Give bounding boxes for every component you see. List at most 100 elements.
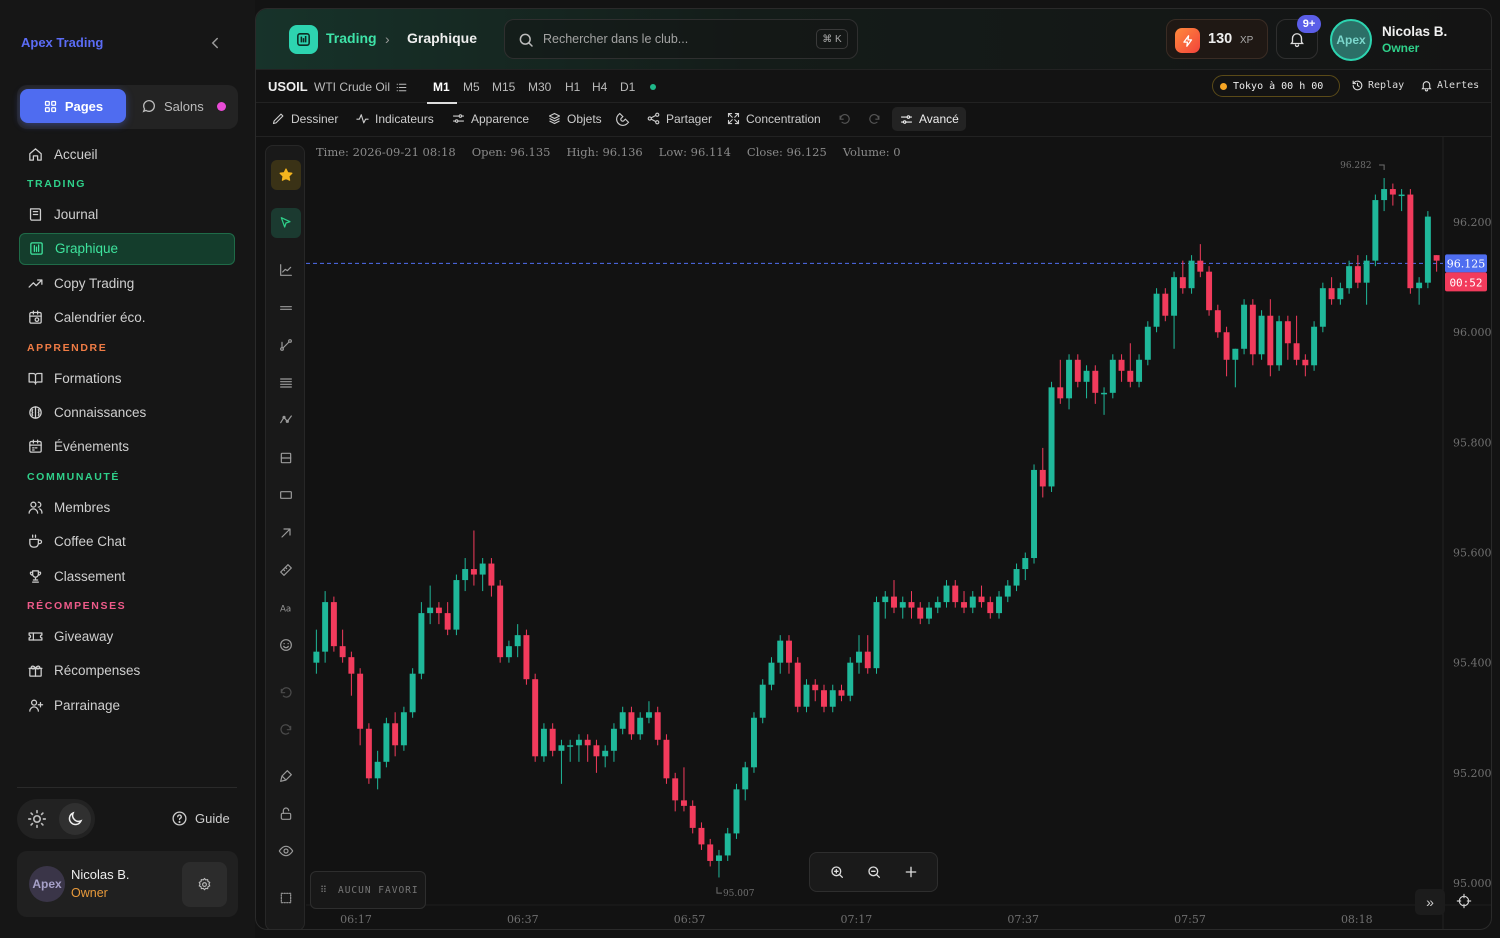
search-icon	[517, 31, 535, 49]
candle-body	[1337, 288, 1344, 300]
salons-tab[interactable]: Salons	[139, 89, 235, 123]
sidebar-item-open-book[interactable]: Formations	[19, 362, 235, 394]
arrow-tool[interactable]	[271, 518, 301, 548]
sidebar-item-coffee[interactable]: Coffee Chat	[19, 526, 235, 558]
timeframe-m1[interactable]: M1	[433, 80, 450, 94]
appearance-button[interactable]: Apparence	[451, 111, 529, 126]
lock-tool[interactable]	[271, 799, 301, 829]
dark-mode-button[interactable]	[59, 803, 91, 835]
guide-button[interactable]: Guide	[171, 810, 230, 827]
select-area-tool[interactable]	[271, 883, 301, 913]
candle-body	[357, 673, 364, 729]
sidebar-item-trophy[interactable]: Classement	[19, 560, 235, 592]
candle-body	[462, 569, 469, 581]
sidebar-item-calendar[interactable]: Calendrier éco.	[19, 302, 235, 334]
sidebar-item-gift[interactable]: Récompenses	[19, 655, 235, 687]
candle-body	[444, 613, 451, 630]
redo-button[interactable]	[867, 111, 882, 126]
moon-icon	[68, 811, 83, 826]
candle-body	[1013, 569, 1020, 586]
sidebar-item-calendar-event[interactable]: Événements	[19, 431, 235, 463]
candle-body	[777, 640, 784, 663]
favorites-star-tool[interactable]	[271, 160, 301, 190]
share-button[interactable]: Partager	[646, 111, 712, 126]
timeframe-m15[interactable]: M15	[492, 80, 515, 94]
timeframe-h4[interactable]: H4	[592, 80, 607, 94]
sidebar-item-book[interactable]: Journal	[19, 198, 235, 230]
reset-zoom-button[interactable]	[897, 858, 925, 886]
trendline-tool[interactable]	[271, 255, 301, 285]
brush-tool[interactable]	[271, 761, 301, 791]
timeframe-d1[interactable]: D1	[620, 80, 635, 94]
candle-body	[567, 745, 574, 747]
sidebar-item-users[interactable]: Membres	[19, 491, 235, 523]
pages-tab[interactable]: Pages	[20, 89, 126, 123]
candle-body	[1188, 260, 1195, 289]
candle-body	[803, 684, 810, 707]
candle-body	[1302, 359, 1309, 366]
scroll-to-latest-button[interactable]: »	[1415, 889, 1445, 915]
light-mode-button[interactable]	[26, 808, 48, 830]
ruler-tool[interactable]	[271, 555, 301, 585]
zoom-out-button[interactable]	[860, 858, 888, 886]
candle-body	[348, 657, 355, 674]
timeframe-h1[interactable]: H1	[565, 80, 580, 94]
horizontal-line-icon	[280, 306, 292, 310]
symbol-ticker[interactable]: USOIL	[268, 79, 308, 94]
horizontal-line-tool[interactable]	[271, 293, 301, 323]
chat-bubble-icon	[142, 100, 155, 113]
draw-button[interactable]: Dessiner	[271, 111, 338, 126]
zoom-in-button[interactable]	[823, 858, 851, 886]
range-tool[interactable]	[271, 443, 301, 473]
sidebar-item-user-plus[interactable]: Parrainage	[19, 689, 235, 721]
magnet-icon	[616, 112, 630, 126]
cursor-tool[interactable]	[271, 208, 301, 238]
undo-icon	[839, 113, 850, 124]
indicators-button[interactable]: Indicateurs	[355, 111, 434, 126]
sidebar-item-trend[interactable]: Copy Trading	[19, 267, 235, 299]
redo-tool[interactable]	[271, 714, 301, 744]
sidebar-item-chart[interactable]: Graphique	[19, 232, 235, 265]
avatar[interactable]: Apex	[1330, 19, 1372, 61]
candlestick-chart[interactable]: 95.00095.20095.40095.60095.80096.00096.2…	[306, 137, 1492, 930]
timeframe-m30[interactable]: M30	[528, 80, 551, 94]
candle-body	[654, 712, 661, 740]
breadcrumb-current: Graphique	[407, 30, 478, 46]
replay-button[interactable]: Replay	[1351, 79, 1404, 92]
magnet-button[interactable]	[616, 111, 631, 126]
brand-logo[interactable]: Apex Trading	[21, 35, 103, 50]
undo-button[interactable]	[837, 111, 852, 126]
crosshair-button[interactable]	[1451, 888, 1477, 914]
emoji-tool[interactable]	[271, 630, 301, 660]
users-icon	[28, 501, 43, 514]
collapse-sidebar-button[interactable]	[206, 34, 224, 52]
search-input[interactable]	[543, 28, 793, 50]
settings-button[interactable]	[182, 862, 227, 907]
focus-mode-button[interactable]: Concentration	[726, 111, 821, 126]
advanced-button[interactable]: Avancé	[892, 107, 966, 131]
undo-tool[interactable]	[271, 677, 301, 707]
objects-button[interactable]: Objets	[547, 111, 602, 126]
fork-tool[interactable]	[271, 330, 301, 360]
favorites-bar[interactable]: ⠿ AUCUN FAVORI	[310, 871, 426, 909]
timeframe-m5[interactable]: M5	[463, 80, 480, 94]
coffee-icon	[29, 534, 43, 548]
pattern-tool[interactable]	[271, 405, 301, 435]
candle-body	[1267, 315, 1274, 366]
text-tool[interactable]: Aa	[271, 593, 301, 623]
symbol-name[interactable]: WTI Crude Oil	[314, 80, 408, 94]
sidebar-item-brain[interactable]: Connaissances	[19, 396, 235, 428]
breadcrumb-trading[interactable]: Trading	[326, 30, 377, 46]
symbol-name-label: WTI Crude Oil	[314, 80, 391, 94]
candle-body	[1232, 348, 1239, 360]
eye-tool[interactable]	[271, 836, 301, 866]
fib-levels-tool[interactable]	[271, 368, 301, 398]
rectangle-tool[interactable]	[271, 480, 301, 510]
avatar[interactable]: Apex	[29, 866, 65, 902]
sidebar-item-label: Membres	[54, 499, 111, 515]
sidebar-item-home[interactable]: Accueil	[19, 138, 235, 170]
session-badge[interactable]: Tokyo à 00 h 00	[1212, 75, 1340, 97]
alerts-button[interactable]: Alertes	[1420, 79, 1479, 92]
xp-counter[interactable]: 130 XP	[1166, 19, 1268, 59]
sidebar-item-ticket[interactable]: Giveaway	[19, 620, 235, 652]
